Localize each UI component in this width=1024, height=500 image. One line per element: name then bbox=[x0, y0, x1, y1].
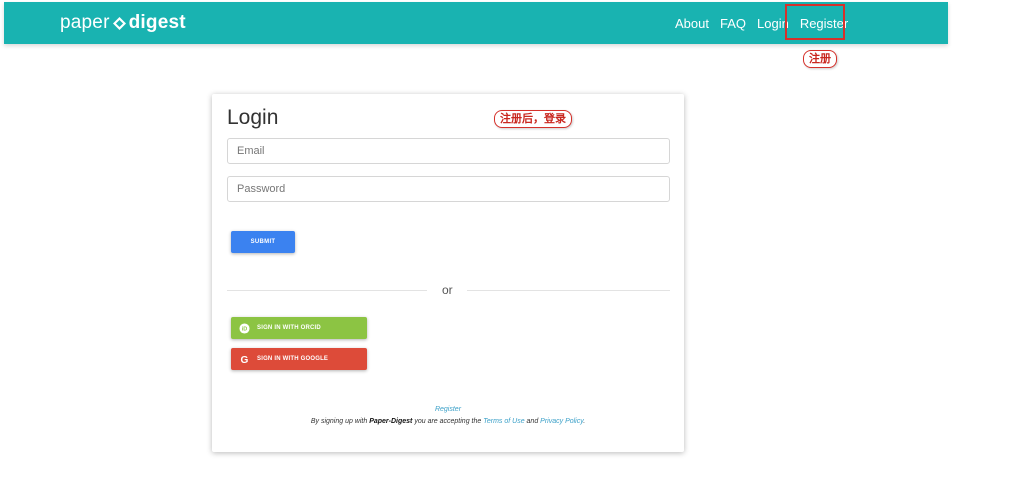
divider-left bbox=[227, 290, 427, 291]
google-label: SIGN IN WITH GOOGLE bbox=[257, 356, 329, 362]
privacy-policy-link[interactable]: Privacy Policy bbox=[540, 418, 583, 425]
footer-end: . bbox=[583, 418, 586, 425]
orcid-label: SIGN IN WITH ORCID bbox=[257, 325, 321, 331]
email-field[interactable] bbox=[227, 138, 670, 164]
svg-text:G: G bbox=[240, 355, 248, 365]
sign-in-google-button[interactable]: G SIGN IN WITH GOOGLE bbox=[231, 348, 367, 370]
logo-text-digest: digest bbox=[128, 12, 186, 33]
register-link[interactable]: Register bbox=[212, 406, 684, 413]
terms-footer: By signing up with Paper-Digest you are … bbox=[212, 418, 684, 425]
or-separator: or bbox=[442, 283, 453, 297]
logo-text-paper: paper bbox=[60, 12, 110, 33]
svg-text:iD: iD bbox=[241, 326, 247, 332]
footer-mid: you are accepting the bbox=[412, 418, 484, 425]
password-field[interactable] bbox=[227, 176, 670, 202]
footer-pre: By signing up with bbox=[310, 418, 370, 425]
paper-digest-logo[interactable]: paper digest bbox=[60, 11, 186, 35]
google-icon: G bbox=[231, 354, 257, 365]
nav-link-faq[interactable]: FAQ bbox=[720, 16, 746, 31]
login-title: Login bbox=[227, 106, 279, 129]
register-highlight-box bbox=[785, 4, 845, 40]
orcid-icon: iD bbox=[231, 322, 257, 334]
submit-button[interactable]: SUBMIT bbox=[231, 231, 295, 253]
divider-right bbox=[467, 290, 670, 291]
footer-brand: Paper-Digest bbox=[369, 418, 413, 425]
nav-link-about[interactable]: About bbox=[675, 16, 709, 31]
login-card: Login 注册后，登录 SUBMIT or iD SIGN IN WITH O… bbox=[212, 94, 684, 452]
page: paper digest About FAQ Login Register 注册… bbox=[0, 0, 1024, 500]
register-annotation: 注册 bbox=[803, 50, 837, 68]
terms-of-use-link[interactable]: Terms of Use bbox=[483, 418, 524, 425]
sign-in-orcid-button[interactable]: iD SIGN IN WITH ORCID bbox=[231, 317, 367, 339]
diamond-logo-icon bbox=[112, 16, 126, 30]
login-annotation: 注册后，登录 bbox=[494, 110, 572, 128]
footer-and: and bbox=[524, 418, 541, 425]
